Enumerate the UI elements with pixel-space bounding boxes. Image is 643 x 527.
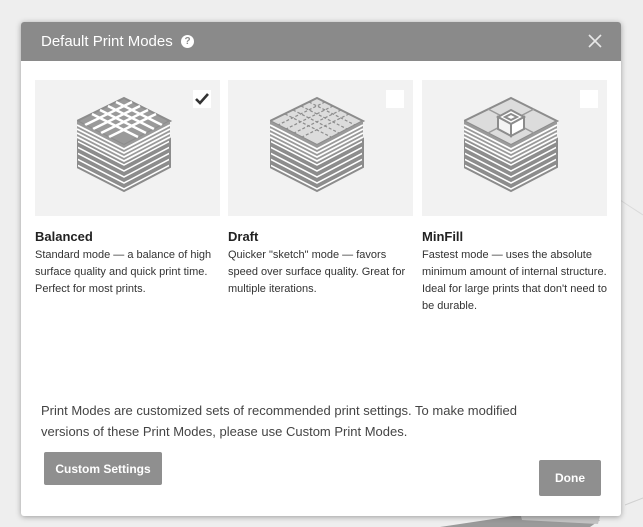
mode-description: Quicker "sketch" mode — favors speed ove… (228, 249, 406, 295)
mode-card-draft[interactable]: Draft Quicker "sketch" mode — favors spe… (228, 80, 413, 298)
mode-card-balanced[interactable]: Balanced Standard mode — a balance of hi… (35, 80, 220, 298)
mode-name: MinFill (422, 229, 464, 244)
close-icon[interactable] (587, 33, 603, 49)
mode-description: Standard mode — a balance of high surfac… (35, 249, 212, 295)
dialog-title: Default Print Modes (41, 33, 173, 50)
mode-name: Draft (228, 229, 259, 244)
mode-tile-balanced[interactable] (35, 80, 220, 216)
custom-settings-button[interactable]: Custom Settings (44, 452, 162, 485)
mode-checkbox-minfill[interactable] (580, 90, 598, 108)
print-modes-dialog: Default Print Modes ? Balanced Standard … (21, 22, 621, 516)
print-modes-info-text: Print Modes are customized sets of recom… (41, 403, 517, 439)
mode-checkbox-balanced[interactable] (193, 90, 211, 108)
dialog-titlebar: Default Print Modes ? (21, 22, 621, 61)
mode-card-minfill[interactable]: MinFill Fastest mode — uses the absolute… (422, 80, 607, 315)
grid-infill-stack-icon (77, 96, 173, 193)
mode-tile-draft[interactable] (228, 80, 413, 216)
question-circle-icon[interactable]: ? (181, 35, 194, 48)
checkmark-icon (195, 93, 209, 105)
done-button[interactable]: Done (539, 460, 601, 496)
mode-name: Balanced (35, 229, 93, 244)
minimal-infill-stack-icon (464, 96, 560, 193)
mode-description: Fastest mode — uses the absolute minimum… (422, 249, 607, 312)
mode-cards: Balanced Standard mode — a balance of hi… (35, 80, 607, 320)
dotted-infill-stack-icon (270, 96, 366, 193)
mode-tile-minfill[interactable] (422, 80, 607, 216)
mode-checkbox-draft[interactable] (386, 90, 404, 108)
